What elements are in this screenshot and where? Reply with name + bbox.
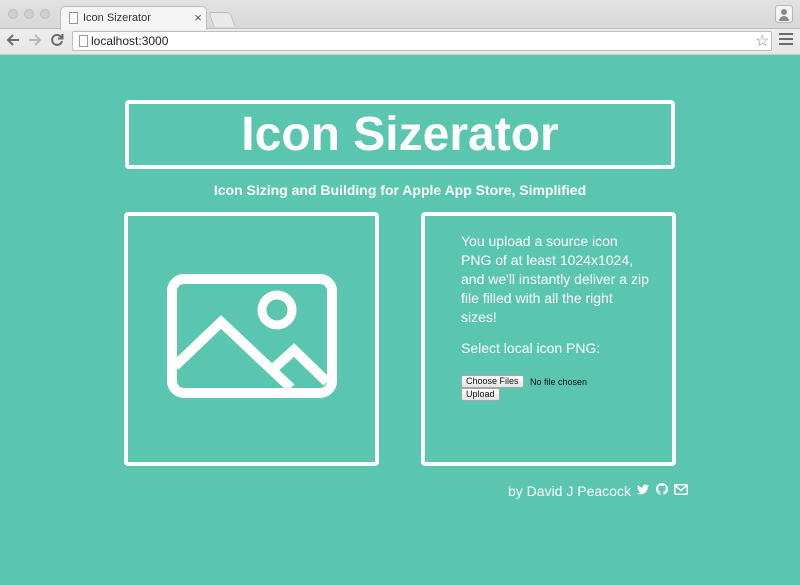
menu-icon[interactable] [779,33,793,47]
tab-close-icon[interactable]: × [191,10,205,25]
new-tab-button[interactable] [208,12,236,27]
close-window-dot[interactable] [8,9,18,19]
title-banner: Icon Sizerator [125,100,675,169]
tab-title: Icon Sizerator [83,12,151,24]
footer: by David J Peacock [508,482,689,500]
star-icon[interactable]: ☆ [755,31,769,51]
profile-icon[interactable] [775,5,793,23]
zoom-window-dot[interactable] [40,9,50,19]
tab-strip: Icon Sizerator × [0,0,800,30]
select-file-label: Select local icon PNG: [461,340,601,356]
upload-panel: You upload a source icon PNG of at least… [421,212,676,466]
address-bar[interactable]: localhost:3000 ☆ [72,31,772,51]
twitter-icon[interactable] [637,482,650,500]
upload-description: You upload a source icon PNG of at least… [461,233,649,325]
page-title: Icon Sizerator [241,108,559,161]
no-file-status: No file chosen [529,376,588,387]
minimize-window-dot[interactable] [24,9,34,19]
browser-tab[interactable]: Icon Sizerator × [60,6,207,30]
github-icon[interactable] [655,482,668,500]
page-icon [69,12,78,24]
page-subtitle: Icon Sizing and Building for Apple App S… [213,182,587,198]
back-icon[interactable] [5,33,21,49]
author-byline: by David J Peacock [508,483,631,499]
image-placeholder-icon [167,274,337,398]
reload-icon[interactable] [49,33,65,49]
email-icon[interactable] [674,482,689,500]
page-icon [79,35,88,47]
browser-chrome: Icon Sizerator × localhost:3000 ☆ [0,0,800,55]
choose-files-button[interactable]: Choose Files [461,375,524,389]
url-text[interactable]: localhost:3000 [91,34,168,48]
forward-icon[interactable] [27,33,43,49]
upload-button[interactable]: Upload [461,388,500,401]
icon-preview-panel [124,212,379,466]
